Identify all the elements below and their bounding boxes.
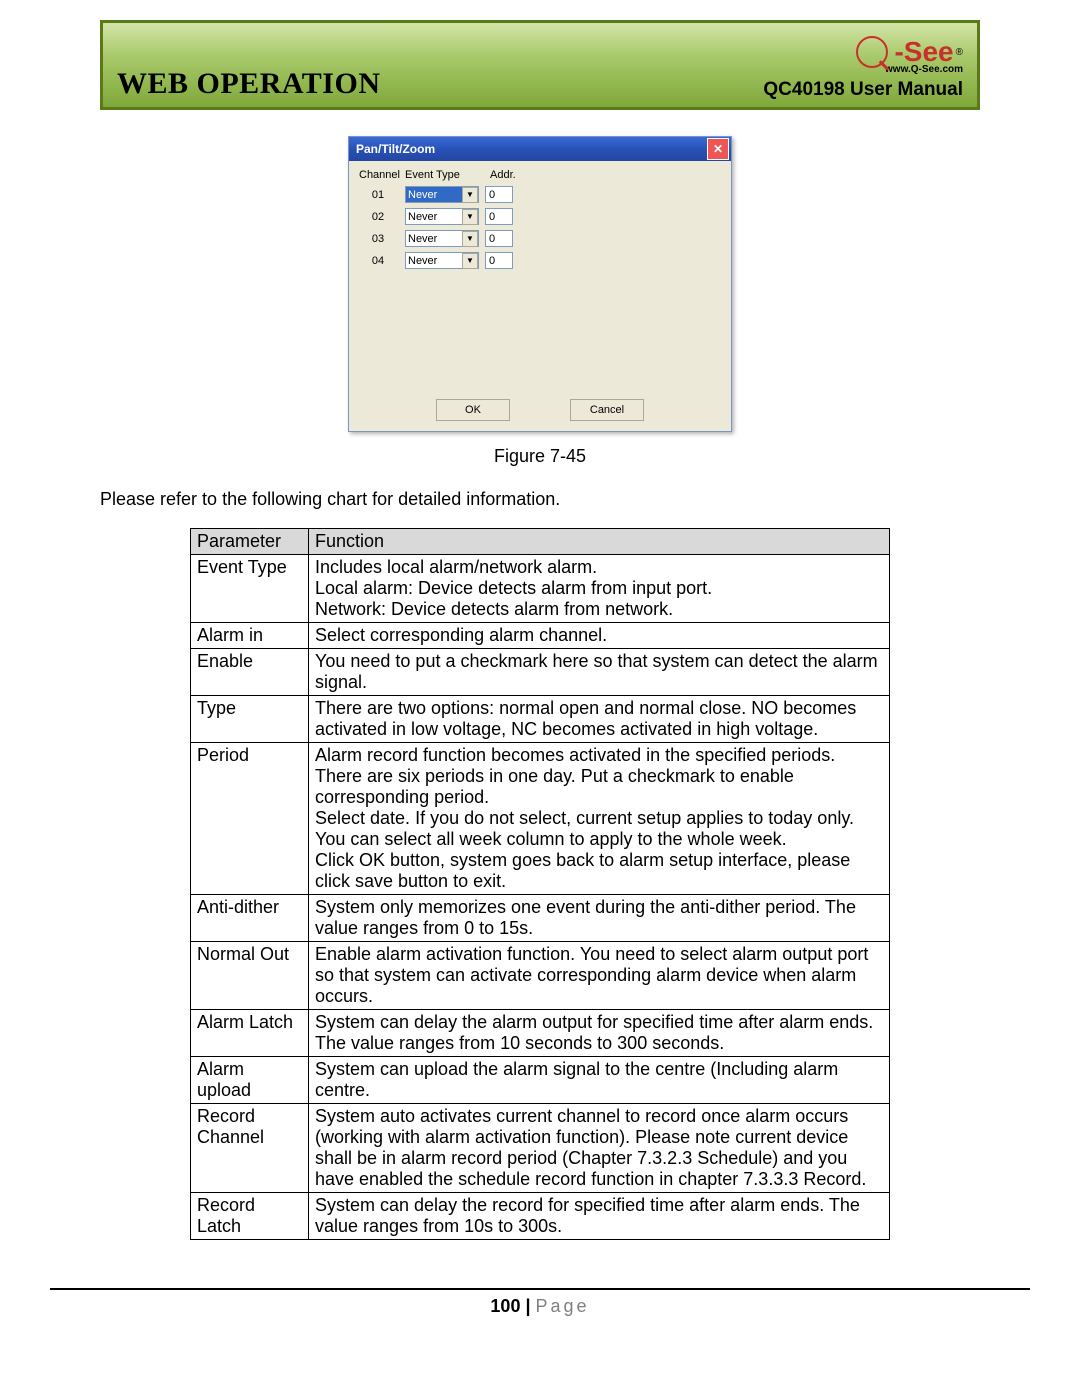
registered-icon: ® [956,47,963,58]
param-cell: Anti-dither [191,895,309,942]
col-event-type: Event Type [405,169,490,181]
channel-number: 03 [359,233,405,245]
function-cell: Enable alarm activation function. You ne… [309,942,890,1010]
product-subtitle: QC40198 User Manual [763,79,963,101]
param-cell: Period [191,743,309,895]
ok-button[interactable]: OK [436,399,510,421]
param-cell: Type [191,696,309,743]
function-cell: System can upload the alarm signal to th… [309,1057,890,1104]
addr-input[interactable]: 0 [485,230,513,247]
dialog-body: Channel Event Type Addr. 01Never▼002Neve… [349,161,731,391]
th-function: Function [309,529,890,555]
dialog-column-headers: Channel Event Type Addr. [359,169,721,181]
function-cell: Includes local alarm/network alarm. Loca… [309,555,890,623]
dropdown-value: Never [408,189,437,201]
header-title: WEB OPERATION [117,67,380,101]
function-cell: Select corresponding alarm channel. [309,623,890,649]
addr-input[interactable]: 0 [485,186,513,203]
page-header: WEB OPERATION -See ® www.Q-See.com QC401… [100,20,980,110]
param-cell: Record Channel [191,1104,309,1193]
footer-bar: | [520,1296,535,1316]
param-cell: Alarm upload [191,1057,309,1104]
function-cell: You need to put a checkmark here so that… [309,649,890,696]
table-row: Alarm inSelect corresponding alarm chann… [191,623,890,649]
page-word: Page [536,1296,590,1316]
footer-divider [50,1288,1030,1290]
dialog-row: 04Never ▼ 0 [359,252,721,269]
event-type-dropdown[interactable]: Never ▼ [405,208,479,225]
table-row: EnableYou need to put a checkmark here s… [191,649,890,696]
table-row: Normal OutEnable alarm activation functi… [191,942,890,1010]
chevron-down-icon: ▼ [462,231,478,247]
th-parameter: Parameter [191,529,309,555]
page-footer: 100 | Page [0,1296,1080,1317]
dialog-row: 03Never ▼ 0 [359,230,721,247]
function-cell: System can delay the alarm output for sp… [309,1010,890,1057]
table-row: Record ChannelSystem auto activates curr… [191,1104,890,1193]
function-cell: System can delay the record for specifie… [309,1193,890,1240]
header-right: -See ® www.Q-See.com QC40198 User Manual [763,36,963,101]
event-type-dropdown[interactable]: Never ▼ [405,252,479,269]
dropdown-value: Never [408,255,437,267]
dropdown-value: Never [408,211,437,223]
cancel-button[interactable]: Cancel [570,399,644,421]
param-cell: Normal Out [191,942,309,1010]
col-channel: Channel [359,169,405,181]
param-cell: Enable [191,649,309,696]
param-cell: Record Latch [191,1193,309,1240]
chevron-down-icon: ▼ [462,209,478,225]
addr-input[interactable]: 0 [485,208,513,225]
logo-url: www.Q-See.com [885,64,963,75]
table-row: Alarm uploadSystem can upload the alarm … [191,1057,890,1104]
param-cell: Alarm in [191,623,309,649]
channel-number: 02 [359,211,405,223]
intro-text: Please refer to the following chart for … [100,489,980,510]
table-row: Record LatchSystem can delay the record … [191,1193,890,1240]
figure-caption: Figure 7-45 [100,446,980,467]
dropdown-value: Never [408,233,437,245]
addr-input[interactable]: 0 [485,252,513,269]
ptz-dialog: Pan/Tilt/Zoom ✕ Channel Event Type Addr.… [348,136,732,432]
table-row: Event TypeIncludes local alarm/network a… [191,555,890,623]
event-type-dropdown[interactable]: Never ▼ [405,230,479,247]
function-cell: There are two options: normal open and n… [309,696,890,743]
parameter-table: Parameter Function Event TypeIncludes lo… [190,528,890,1240]
function-cell: System auto activates current channel to… [309,1104,890,1193]
table-row: Alarm LatchSystem can delay the alarm ou… [191,1010,890,1057]
dialog-row: 01Never ▼ 0 [359,186,721,203]
dialog-titlebar: Pan/Tilt/Zoom ✕ [349,137,731,161]
table-row: TypeThere are two options: normal open a… [191,696,890,743]
col-addr: Addr. [490,169,530,181]
param-cell: Event Type [191,555,309,623]
event-type-dropdown[interactable]: Never ▼ [405,186,479,203]
chevron-down-icon: ▼ [462,253,478,269]
dialog-title: Pan/Tilt/Zoom [356,142,435,156]
close-button[interactable]: ✕ [707,138,729,160]
function-cell: System only memorizes one event during t… [309,895,890,942]
table-row: Anti-ditherSystem only memorizes one eve… [191,895,890,942]
dialog-row: 02Never ▼ 0 [359,208,721,225]
close-icon: ✕ [713,142,723,156]
dialog-buttons: OK Cancel [349,391,731,431]
function-cell: Alarm record function becomes activated … [309,743,890,895]
q-icon [856,36,888,68]
param-cell: Alarm Latch [191,1010,309,1057]
channel-number: 04 [359,255,405,267]
table-row: PeriodAlarm record function becomes acti… [191,743,890,895]
channel-number: 01 [359,189,405,201]
page-number: 100 [490,1296,520,1316]
chevron-down-icon: ▼ [462,187,478,203]
